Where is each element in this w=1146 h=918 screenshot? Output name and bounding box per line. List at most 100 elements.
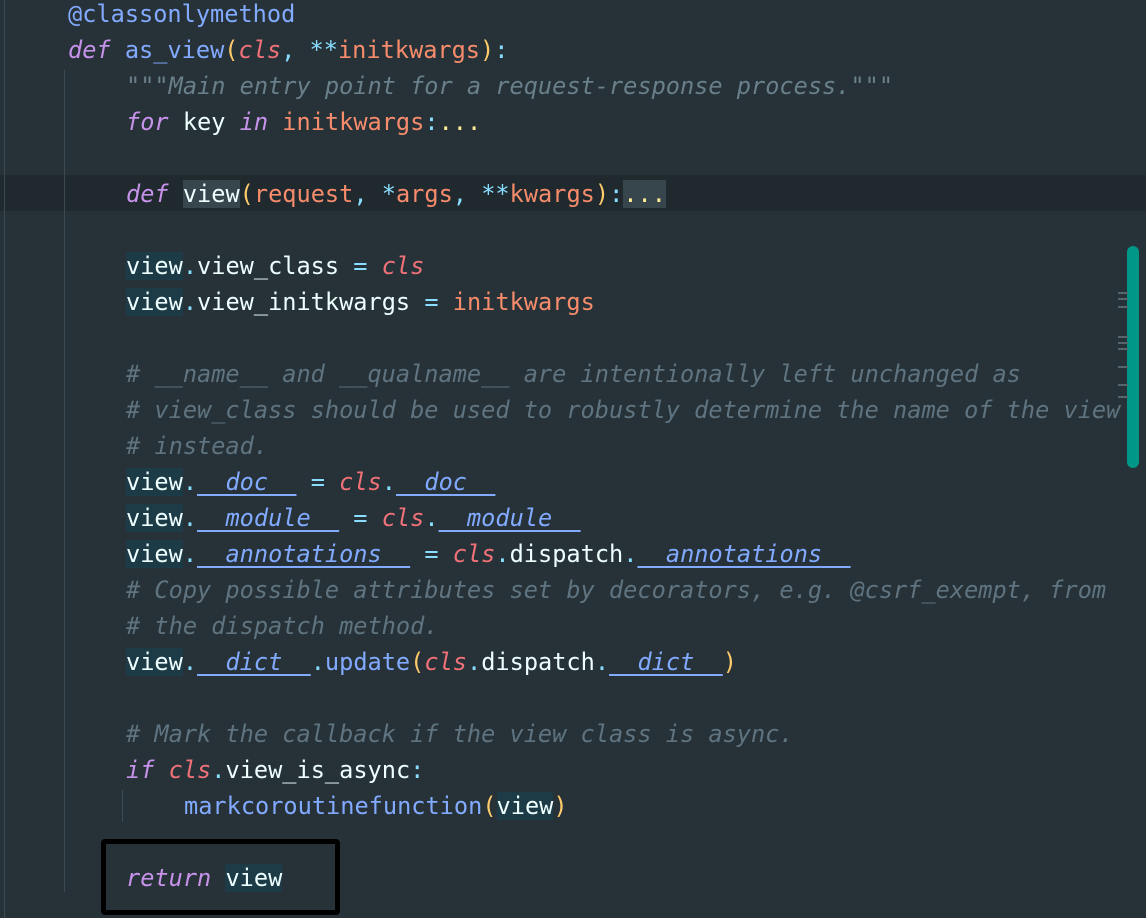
- code-token: .: [182, 288, 198, 316]
- code-token: .: [424, 504, 439, 532]
- code-token: initkwargs: [282, 108, 425, 136]
- minimap-marker: [1118, 384, 1128, 386]
- code-token: =: [296, 468, 340, 496]
- code-token: .: [182, 468, 198, 496]
- code-token: __dict__: [609, 648, 723, 676]
- code-line[interactable]: view.__doc__ = cls.__doc__: [126, 464, 495, 500]
- code-token: # view_class should be used to robustly …: [126, 396, 1121, 424]
- code-token: dispatch: [481, 648, 595, 676]
- code-token: key: [168, 108, 240, 136]
- code-line[interactable]: for key in initkwargs:...: [126, 104, 481, 140]
- code-token: __annotations__: [197, 540, 411, 568]
- code-token: .: [623, 540, 638, 568]
- code-token: .: [182, 252, 198, 280]
- code-token: :: [609, 180, 624, 208]
- code-token: view_initkwargs: [197, 288, 411, 316]
- indent-guide: [122, 790, 123, 822]
- minimap-marker: [1118, 298, 1128, 300]
- code-token: view: [182, 180, 240, 208]
- code-token: ): [722, 648, 737, 676]
- code-token: ): [594, 180, 610, 208]
- code-token: view: [126, 504, 183, 532]
- code-token: *: [381, 180, 396, 208]
- code-token: def: [126, 180, 169, 208]
- code-token: # __name__ and __qualname__ are intentio…: [126, 360, 1021, 388]
- code-line[interactable]: """Main entry point for a request-respon…: [126, 68, 893, 104]
- code-token: (: [410, 648, 425, 676]
- code-token: __annotations__: [637, 540, 851, 568]
- code-token: (: [224, 36, 239, 64]
- code-token: as_view: [124, 36, 225, 64]
- code-token: :: [424, 108, 439, 136]
- code-line[interactable]: def as_view(cls, **initkwargs):: [68, 32, 508, 68]
- code-token: kwargs: [509, 180, 595, 208]
- indent-guide: [4, 0, 5, 918]
- code-token: cls: [381, 504, 425, 532]
- code-line[interactable]: markcoroutinefunction(view): [184, 788, 568, 824]
- code-token: cls: [424, 648, 467, 676]
- code-token: :: [494, 36, 509, 64]
- code-token: .: [211, 756, 226, 784]
- code-token: __dict__: [197, 648, 311, 676]
- code-token: .: [495, 540, 510, 568]
- code-token: view_class: [197, 252, 340, 280]
- code-line[interactable]: # view_class should be used to robustly …: [126, 392, 1120, 428]
- code-line[interactable]: view.__annotations__ = cls.dispatch.__an…: [126, 536, 851, 572]
- code-line[interactable]: @classonlymethod: [68, 0, 295, 32]
- code-token: cls: [381, 252, 425, 280]
- minimap-marker: [1118, 396, 1128, 398]
- code-line[interactable]: view.__dict__.update(cls.dispatch.__dict…: [126, 644, 737, 680]
- code-token: (: [482, 792, 497, 820]
- code-token: =: [410, 540, 453, 568]
- code-token: __module__: [197, 504, 340, 532]
- minimap-marker: [1118, 342, 1128, 344]
- code-line[interactable]: # Mark the callback if the view class is…: [126, 716, 794, 752]
- code-token: initkwargs: [337, 36, 481, 64]
- code-line[interactable]: view.view_class = cls: [126, 248, 424, 284]
- code-token: cls: [238, 36, 282, 64]
- minimap-marker: [1118, 348, 1128, 350]
- code-token: ,: [281, 36, 310, 64]
- code-token: view: [126, 252, 183, 280]
- code-editor[interactable]: @classonlymethod def as_view(cls, **initk…: [0, 0, 1146, 918]
- code-token: ): [553, 792, 568, 820]
- return-highlight-box: [101, 839, 340, 915]
- code-token: =: [410, 288, 453, 316]
- code-token: view: [126, 468, 183, 496]
- code-token: .: [466, 648, 482, 676]
- code-line[interactable]: def view(request, *args, **kwargs):...: [126, 176, 666, 212]
- code-token: # instead.: [126, 432, 269, 460]
- code-token: view_is_async: [225, 756, 411, 784]
- code-line[interactable]: view.view_initkwargs = initkwargs: [126, 284, 595, 320]
- code-line[interactable]: # the dispatch method.: [126, 608, 439, 644]
- code-line[interactable]: if cls.view_is_async:: [126, 752, 424, 788]
- code-token: view: [126, 648, 183, 676]
- code-token: **: [481, 180, 510, 208]
- minimap-marker: [1118, 336, 1128, 338]
- code-token: **: [309, 36, 338, 64]
- minimap-marker: [1118, 292, 1128, 294]
- code-token: .: [182, 648, 198, 676]
- code-token: def: [68, 36, 111, 64]
- code-token: view: [126, 540, 183, 568]
- code-token: args: [395, 180, 453, 208]
- code-token: .: [310, 648, 325, 676]
- code-token: __module__: [438, 504, 581, 532]
- minimap-marker: [1118, 306, 1128, 308]
- code-token: if: [126, 756, 155, 784]
- code-token: update: [324, 648, 411, 676]
- code-token: .: [594, 648, 610, 676]
- scrollbar-thumb[interactable]: [1127, 246, 1139, 468]
- code-token: (: [239, 180, 254, 208]
- code-line[interactable]: # instead.: [126, 428, 268, 464]
- code-token: initkwargs: [452, 288, 595, 316]
- code-line[interactable]: # Copy possible attributes set by decora…: [126, 572, 1106, 608]
- code-token: markcoroutinefunction: [184, 792, 483, 820]
- code-line[interactable]: # __name__ and __qualname__ are intentio…: [126, 356, 1021, 392]
- code-token: :: [410, 756, 425, 784]
- code-line[interactable]: view.__module__ = cls.__module__: [126, 500, 581, 536]
- code-token: """Main entry point for a request-respon…: [126, 72, 894, 100]
